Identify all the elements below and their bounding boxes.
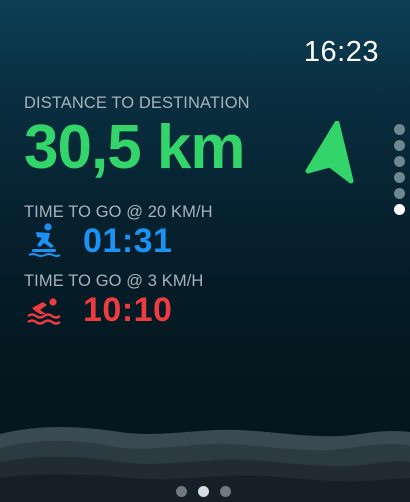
vertical-page-dot <box>394 156 405 167</box>
time-to-go-value-swim: 10:10 <box>83 291 173 329</box>
time-to-go-value-surf: 01:31 <box>83 222 173 260</box>
vertical-page-dot <box>394 188 405 199</box>
distance-value: 30,5 km <box>24 113 246 182</box>
horizontal-page-dot <box>220 486 231 497</box>
watch-screen: 16:23 DISTANCE TO DESTINATION 30,5 km TI… <box>0 0 410 502</box>
time-to-go-label-surf: TIME TO GO @ 20 KM/H <box>24 203 213 221</box>
horizontal-page-dot-active <box>198 486 209 497</box>
vertical-page-indicator[interactable] <box>394 124 406 220</box>
horizontal-page-dot <box>176 486 187 497</box>
vertical-page-dot-active <box>394 204 405 215</box>
vertical-page-dot <box>394 124 405 135</box>
status-clock: 16:23 <box>303 36 379 68</box>
distance-label: DISTANCE TO DESTINATION <box>24 94 250 112</box>
navigation-arrow-icon <box>305 121 354 184</box>
vertical-page-dot <box>394 172 405 183</box>
surfing-icon <box>28 223 61 257</box>
swimming-icon <box>27 298 61 325</box>
time-to-go-label-swim: TIME TO GO @ 3 KM/H <box>24 272 204 290</box>
vertical-page-dot <box>394 140 405 151</box>
horizontal-page-indicator[interactable] <box>176 486 231 498</box>
